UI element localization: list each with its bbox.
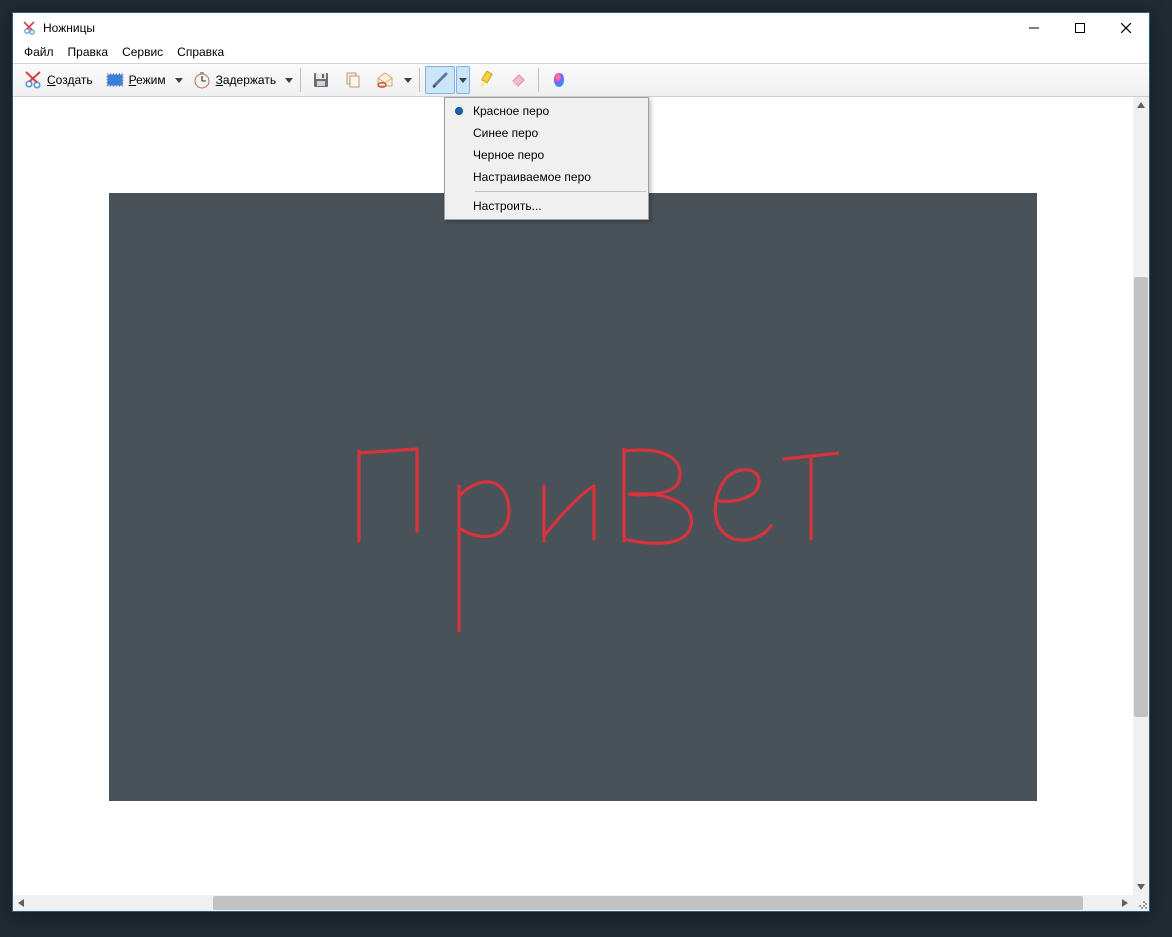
mode-dropdown-arrow[interactable] [172, 66, 186, 94]
paint3d-icon [549, 70, 569, 90]
toolbar: Создать Режим [13, 63, 1149, 97]
save-icon [311, 70, 331, 90]
pen-menu-custom[interactable]: Настраиваемое перо [445, 166, 648, 188]
pen-menu-configure-label: Настроить... [473, 199, 542, 213]
minimize-button[interactable] [1011, 13, 1057, 43]
pen-menu-red-label: Красное перо [473, 104, 549, 118]
toolbar-separator [538, 68, 539, 92]
toolbar-separator [419, 68, 420, 92]
selected-indicator [445, 107, 473, 115]
pen-menu-blue-label: Синее перо [473, 126, 538, 140]
scroll-down-arrow[interactable] [1133, 879, 1149, 895]
pen-dropdown-menu: Красное перо Синее перо Черное перо Наст… [444, 97, 649, 220]
menu-edit[interactable]: Правка [61, 43, 116, 61]
window-title: Ножницы [43, 21, 95, 35]
pen-button[interactable] [425, 66, 455, 94]
window-controls [1011, 13, 1149, 43]
paint3d-button[interactable] [544, 66, 574, 94]
scroll-left-arrow[interactable] [13, 895, 29, 911]
menu-help[interactable]: Справка [170, 43, 231, 61]
app-window: Ножницы Файл Правка Сервис Справка [12, 12, 1150, 912]
horizontal-scrollbar[interactable] [13, 895, 1133, 911]
pen-menu-custom-label: Настраиваемое перо [473, 170, 591, 184]
eraser-button[interactable] [503, 66, 533, 94]
menu-file[interactable]: Файл [17, 43, 61, 61]
pen-menu-configure[interactable]: Настроить... [445, 195, 648, 217]
send-dropdown-arrow[interactable] [401, 66, 415, 94]
save-button[interactable] [306, 66, 336, 94]
copy-icon [343, 70, 363, 90]
title-bar: Ножницы [13, 13, 1149, 43]
delay-label: Задержать [216, 73, 276, 87]
delay-dropdown-arrow[interactable] [282, 66, 296, 94]
horizontal-scroll-thumb[interactable] [213, 896, 1083, 910]
send-button[interactable] [370, 66, 400, 94]
pen-menu-black-label: Черное перо [473, 148, 544, 162]
mode-icon [105, 70, 125, 90]
pen-annotation [339, 431, 839, 651]
pen-menu-blue[interactable]: Синее перо [445, 122, 648, 144]
highlighter-button[interactable] [471, 66, 501, 94]
scissors-icon [23, 70, 43, 90]
delay-button[interactable]: Задержать [187, 66, 281, 94]
new-snip-label: Создать [47, 73, 93, 87]
resize-grip[interactable] [1133, 895, 1149, 911]
vertical-scrollbar[interactable] [1133, 97, 1149, 895]
pen-menu-black[interactable]: Черное перо [445, 144, 648, 166]
scroll-right-arrow[interactable] [1117, 895, 1133, 911]
envelope-icon [375, 70, 395, 90]
close-button[interactable] [1103, 13, 1149, 43]
captured-screenshot[interactable] [109, 193, 1037, 801]
clock-icon [192, 70, 212, 90]
eraser-icon [508, 70, 528, 90]
copy-button[interactable] [338, 66, 368, 94]
menu-tools[interactable]: Сервис [115, 43, 170, 61]
menu-separator [475, 191, 646, 192]
pen-icon [430, 70, 450, 90]
scroll-up-arrow[interactable] [1133, 97, 1149, 113]
maximize-button[interactable] [1057, 13, 1103, 43]
mode-label: Режим [129, 73, 166, 87]
pen-dropdown-arrow[interactable] [456, 66, 470, 94]
new-snip-button[interactable]: Создать [18, 66, 98, 94]
toolbar-separator [300, 68, 301, 92]
menu-bar: Файл Правка Сервис Справка [13, 43, 1149, 63]
vertical-scroll-thumb[interactable] [1134, 277, 1148, 717]
pen-menu-red[interactable]: Красное перо [445, 100, 648, 122]
highlighter-icon [476, 70, 496, 90]
app-icon [21, 20, 37, 36]
mode-button[interactable]: Режим [100, 66, 171, 94]
